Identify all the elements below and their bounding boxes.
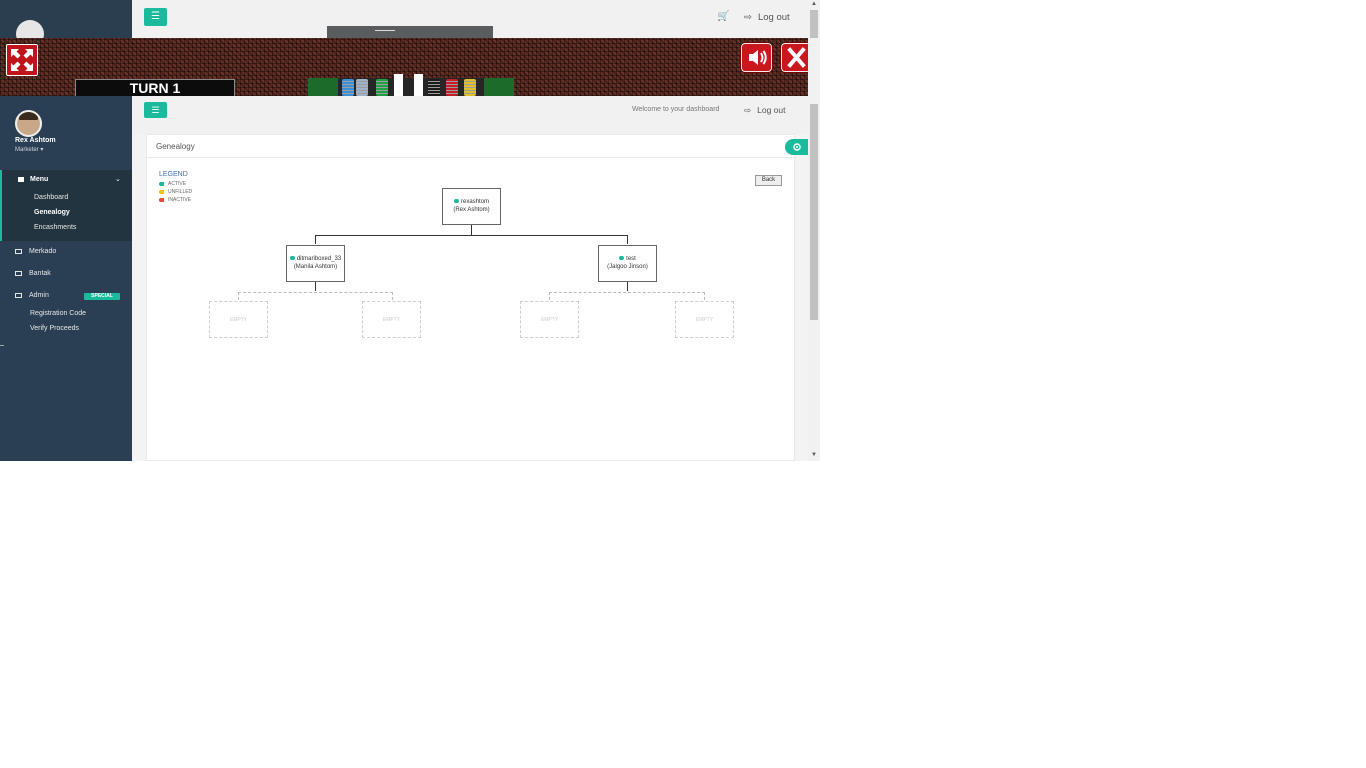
tree-node-empty[interactable]: EMPTY bbox=[520, 301, 579, 338]
legend-dot bbox=[159, 181, 164, 186]
laptop-icon bbox=[15, 270, 22, 276]
logout-icon: ⇨ bbox=[744, 12, 752, 23]
status-dot bbox=[453, 199, 459, 204]
chip-slot-divider bbox=[414, 74, 423, 96]
background-logout-link[interactable]: ⇨ Log out bbox=[744, 12, 790, 23]
tree-node-empty[interactable]: EMPTY bbox=[209, 301, 268, 338]
background-menu-toggle-button[interactable]: ☰ bbox=[144, 8, 167, 26]
tree-node-right[interactable]: test (Jalgoo Jinson) bbox=[598, 245, 657, 282]
tree-connector bbox=[315, 235, 628, 236]
tree-connector bbox=[627, 282, 628, 291]
poker-chip-stack bbox=[342, 79, 354, 96]
legend-inactive: INACTIVE bbox=[159, 197, 191, 203]
fullscreen-icon bbox=[11, 49, 33, 71]
admin-badge: SPECIAL bbox=[84, 293, 120, 300]
welcome-text: Welcome to your dashboard bbox=[632, 106, 720, 113]
poker-chip-stack bbox=[428, 79, 440, 96]
turn-indicator: TURN 1 bbox=[75, 79, 235, 97]
grid-icon bbox=[18, 176, 24, 182]
poker-chip-stack bbox=[356, 79, 368, 96]
game-overlay-band: TURN 1 bbox=[0, 38, 820, 97]
status-dot bbox=[619, 256, 625, 261]
legend-dot bbox=[159, 189, 164, 194]
tree-node-empty[interactable]: EMPTY bbox=[362, 301, 421, 338]
sound-toggle-button[interactable] bbox=[741, 43, 772, 72]
tree-connector bbox=[315, 282, 316, 291]
divider bbox=[147, 157, 796, 158]
chip-tray bbox=[308, 74, 514, 96]
status-dot bbox=[289, 256, 295, 261]
tree-node-left[interactable]: ditmariboxed_33 (Manila Ashtom) bbox=[286, 245, 345, 282]
sidebar-menu-toggle[interactable]: Menu bbox=[18, 176, 48, 183]
close-icon bbox=[787, 47, 806, 68]
sidebar-item-genealogy[interactable]: Genealogy bbox=[34, 209, 70, 216]
poker-chip-stack bbox=[464, 79, 476, 96]
cart-icon[interactable]: 🛒 bbox=[717, 11, 729, 22]
sidebar-item-admin[interactable]: Admin bbox=[15, 292, 49, 299]
poker-chip-stack bbox=[376, 79, 388, 96]
tree-connector bbox=[471, 225, 472, 235]
poker-chip-stack bbox=[446, 79, 458, 96]
sidebar-item-dashboard[interactable]: Dashboard bbox=[34, 194, 68, 201]
avatar[interactable] bbox=[15, 110, 42, 137]
tree-node-root[interactable]: rexashtom (Rex Ashtom) bbox=[442, 188, 501, 225]
tree-node-empty[interactable]: EMPTY bbox=[675, 301, 734, 338]
legend-active: ACTIVE bbox=[159, 181, 186, 187]
settings-tab-button[interactable] bbox=[785, 139, 809, 155]
sidebar-item-registration-code[interactable]: Registration Code bbox=[30, 310, 86, 317]
divider bbox=[0, 345, 4, 346]
laptop-icon bbox=[15, 248, 22, 254]
chip-tray-inner bbox=[338, 74, 484, 96]
fullscreen-button[interactable] bbox=[6, 44, 38, 76]
tree-connector-empty bbox=[238, 292, 393, 293]
background-dark-strip bbox=[327, 26, 493, 38]
user-name: Rex Ashtom bbox=[15, 137, 56, 144]
tree-connector-empty bbox=[392, 292, 393, 300]
tree-connector bbox=[315, 235, 316, 244]
top-navbar: ☰ Welcome to your dashboard ⇨ Log out bbox=[132, 96, 808, 134]
sidebar: Rex Ashtom Marketer ▾ Menu ⌄ Dashboard G… bbox=[0, 96, 132, 461]
sidebar-item-merkado[interactable]: Merkado bbox=[15, 248, 56, 255]
scrollbar[interactable]: ▲ ▼ bbox=[808, 0, 820, 461]
legend-unfilled: UNFILLED bbox=[159, 189, 192, 195]
tree-connector-empty bbox=[549, 292, 705, 293]
scroll-up-arrow[interactable]: ▲ bbox=[811, 1, 817, 7]
sidebar-item-verify-proceeds[interactable]: Verify Proceeds bbox=[30, 325, 79, 332]
speaker-icon bbox=[749, 50, 767, 65]
logout-link[interactable]: ⇨ Log out bbox=[744, 105, 786, 116]
chip-slot-divider bbox=[394, 74, 403, 96]
back-button[interactable]: Back bbox=[755, 175, 782, 186]
genealogy-panel: Genealogy LEGEND ACTIVE UNFILLED INACTIV… bbox=[146, 134, 796, 461]
logout-icon: ⇨ bbox=[744, 105, 752, 115]
tree-connector-empty bbox=[549, 292, 550, 300]
legend-dot bbox=[159, 197, 164, 202]
user-role-dropdown[interactable]: Marketer ▾ bbox=[15, 146, 43, 153]
chevron-down-icon[interactable]: ⌄ bbox=[115, 175, 121, 183]
legend-title: LEGEND bbox=[159, 171, 188, 178]
scrollbar-thumb-background[interactable] bbox=[810, 10, 818, 38]
tree-connector bbox=[627, 235, 628, 244]
tree-connector-empty bbox=[704, 292, 705, 300]
gear-icon bbox=[793, 143, 801, 151]
sidebar-item-bantak[interactable]: Bantak bbox=[15, 270, 51, 277]
laptop-icon bbox=[15, 292, 22, 298]
menu-toggle-button[interactable]: ☰ bbox=[144, 102, 167, 118]
sidebar-item-encashments[interactable]: Encashments bbox=[34, 224, 76, 231]
page-title: Genealogy bbox=[156, 142, 195, 151]
browser-viewport: ☰ 🛒 ⇨ Log out TURN 1 Rex Ashtom Marketer… bbox=[0, 0, 820, 461]
sidebar-menu-section: Menu ⌄ Dashboard Genealogy Encashments bbox=[0, 170, 132, 241]
scrollbar-thumb[interactable] bbox=[810, 104, 818, 320]
tree-connector-empty bbox=[238, 292, 239, 300]
scroll-down-arrow[interactable]: ▼ bbox=[811, 452, 817, 458]
